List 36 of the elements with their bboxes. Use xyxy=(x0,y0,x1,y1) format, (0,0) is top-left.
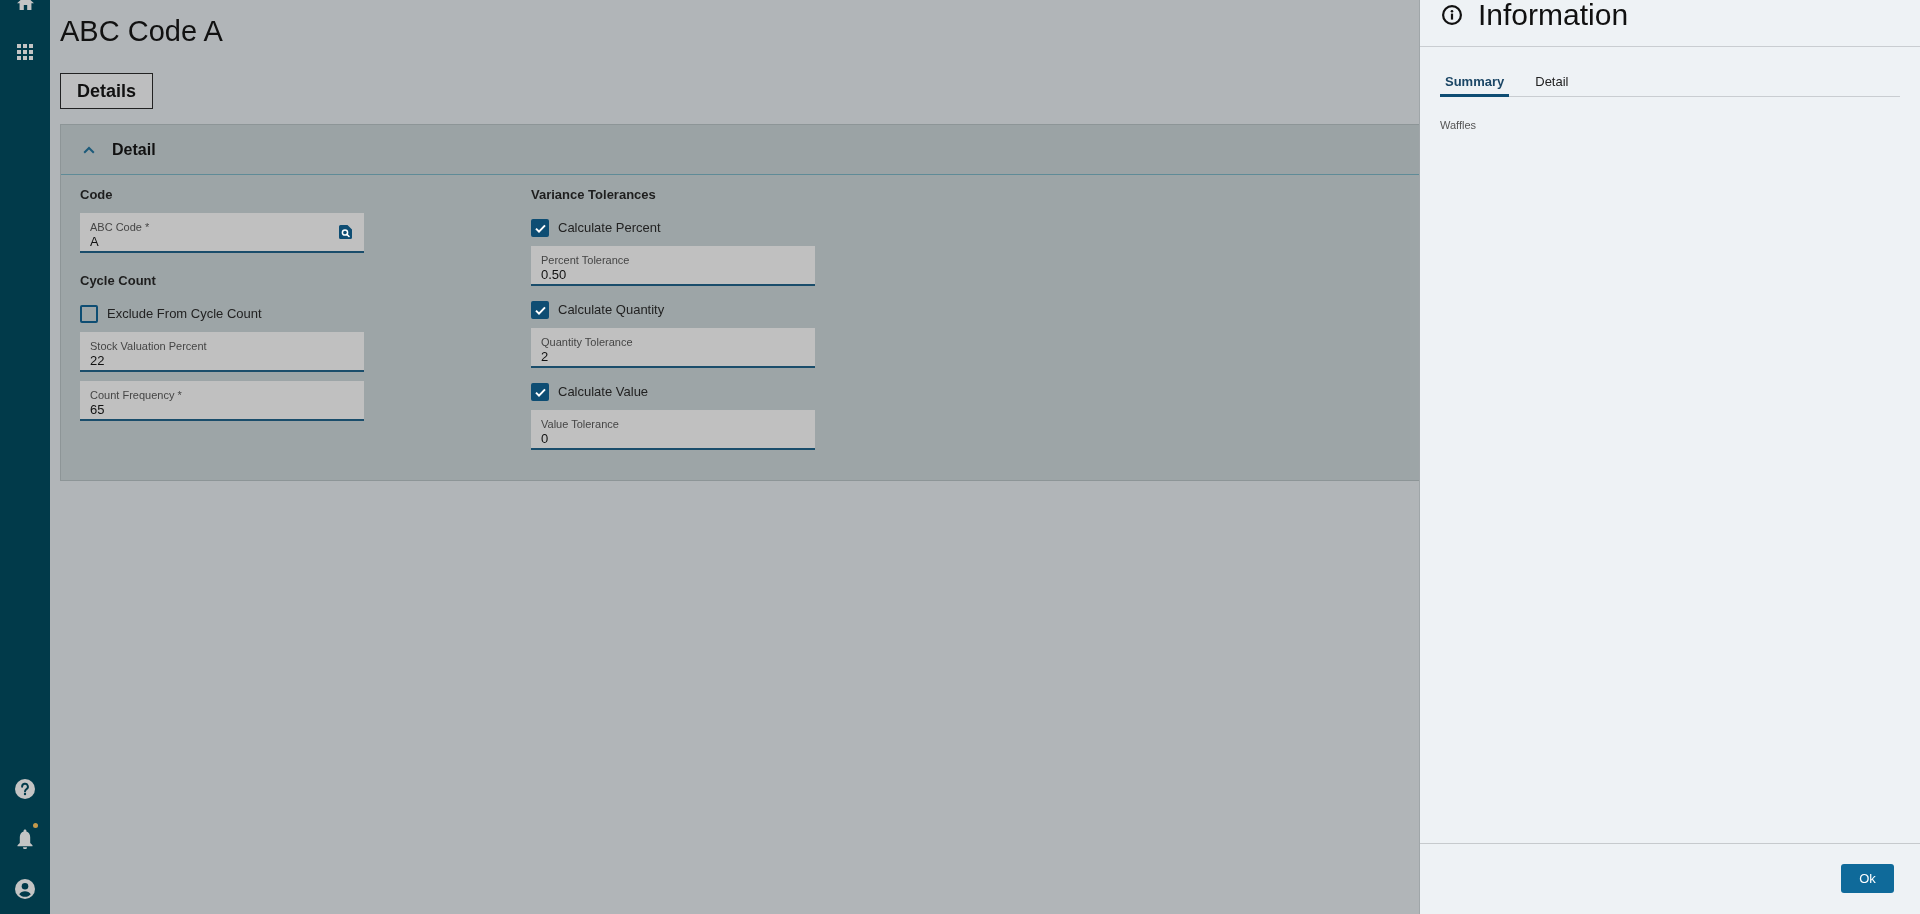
text-field[interactable]: ABC Code * A xyxy=(80,213,364,253)
info-icon xyxy=(1442,5,1462,25)
tab[interactable]: Summary xyxy=(1440,68,1510,97)
chevron-icon[interactable] xyxy=(83,145,95,154)
checkbox[interactable] xyxy=(531,219,549,237)
page-title: ABC Code A xyxy=(60,14,223,49)
checkbox-label[interactable]: Calculate Quantity xyxy=(558,301,665,319)
text-field[interactable]: Value Tolerance 0 xyxy=(531,410,815,450)
help-icon[interactable] xyxy=(15,779,35,799)
checkbox-label[interactable]: Calculate Value xyxy=(558,383,649,401)
bell-icon[interactable] xyxy=(17,829,33,849)
checkmark-icon xyxy=(534,223,546,233)
group-heading: Variance Tolerances xyxy=(531,186,657,204)
checkbox[interactable] xyxy=(531,383,549,401)
home-icon[interactable] xyxy=(16,0,34,10)
checkbox-label[interactable]: Exclude From Cycle Count xyxy=(107,305,262,323)
text-field[interactable]: Stock Valuation Percent 22 xyxy=(80,332,364,372)
document-search-icon[interactable] xyxy=(339,225,352,239)
checkbox[interactable] xyxy=(80,305,98,323)
checkmark-icon xyxy=(534,305,546,315)
text-field[interactable]: Count Frequency * 65 xyxy=(80,381,364,421)
group-heading: Cycle Count xyxy=(80,272,157,290)
user-icon[interactable] xyxy=(15,879,35,899)
panel-title: Information xyxy=(1478,0,1629,30)
apps-grid-icon[interactable] xyxy=(17,44,33,60)
checkmark-icon xyxy=(534,387,546,397)
ok-button[interactable]: Ok xyxy=(1841,864,1894,893)
text-field[interactable]: Quantity Tolerance 2 xyxy=(531,328,815,368)
text-field[interactable]: Percent Tolerance 0.50 xyxy=(531,246,815,286)
section-title: Detail xyxy=(112,140,156,159)
summary-text: Waffles xyxy=(1440,118,1478,132)
group-heading: Code xyxy=(80,186,114,204)
checkbox[interactable] xyxy=(531,301,549,319)
tab[interactable]: Detail xyxy=(1530,68,1574,97)
details-button[interactable]: Details xyxy=(60,73,154,109)
checkbox-label[interactable]: Calculate Percent xyxy=(558,219,661,237)
